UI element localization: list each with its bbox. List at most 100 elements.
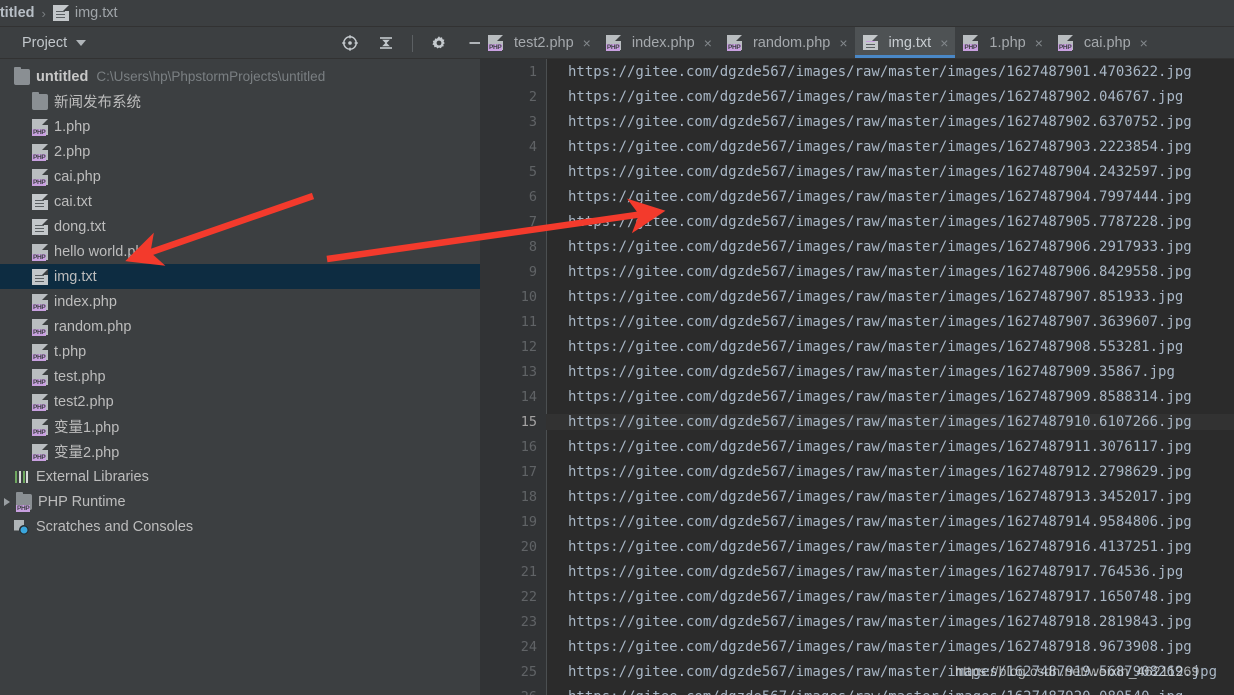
code-line[interactable]: 6 https://gitee.com/dgzde567/images/raw/m… bbox=[480, 184, 1234, 209]
php-file-icon bbox=[32, 443, 48, 461]
code-line[interactable]: 19 https://gitee.com/dgzde567/images/raw/… bbox=[480, 509, 1234, 534]
code-line[interactable]: 7 https://gitee.com/dgzde567/images/raw/m… bbox=[480, 209, 1234, 234]
code-line[interactable]: 17 https://gitee.com/dgzde567/images/raw/… bbox=[480, 459, 1234, 484]
code-line-text[interactable]: https://gitee.com/dgzde567/images/raw/ma… bbox=[546, 64, 1234, 80]
tab-test2-php[interactable]: test2.php × bbox=[480, 27, 598, 58]
tree-item-php-runtime[interactable]: PHP Runtime bbox=[0, 489, 480, 514]
code-line[interactable]: 5 https://gitee.com/dgzde567/images/raw/m… bbox=[480, 159, 1234, 184]
php-file-icon bbox=[32, 118, 48, 136]
editor-tab-bar[interactable]: test2.php×index.php×random.php×img.txt×1… bbox=[480, 27, 1234, 59]
code-line-text[interactable]: https://gitee.com/dgzde567/images/raw/ma… bbox=[546, 139, 1234, 155]
tab-close-icon[interactable]: × bbox=[583, 36, 591, 50]
code-line[interactable]: 8 https://gitee.com/dgzde567/images/raw/m… bbox=[480, 234, 1234, 259]
breadcrumb-root[interactable]: ntitled bbox=[0, 5, 35, 21]
code-line[interactable]: 11 https://gitee.com/dgzde567/images/raw/… bbox=[480, 309, 1234, 334]
php-file-icon bbox=[726, 35, 742, 51]
line-number: 5 bbox=[528, 163, 537, 180]
tab-close-icon[interactable]: × bbox=[704, 36, 712, 50]
tree-item-1.php[interactable]: 1.php bbox=[0, 114, 480, 139]
code-line-text[interactable]: https://gitee.com/dgzde567/images/raw/ma… bbox=[546, 189, 1234, 205]
tree-item-test2.php[interactable]: test2.php bbox=[0, 389, 480, 414]
tree-item-cai.php[interactable]: cai.php bbox=[0, 164, 480, 189]
settings-gear-icon[interactable] bbox=[429, 33, 449, 53]
code-line-text[interactable]: https://gitee.com/dgzde567/images/raw/ma… bbox=[546, 689, 1234, 695]
code-line[interactable]: 1 https://gitee.com/dgzde567/images/raw/m… bbox=[480, 59, 1234, 84]
tree-item-img.txt[interactable]: img.txt bbox=[0, 264, 480, 289]
tree-item-cai.txt[interactable]: cai.txt bbox=[0, 189, 480, 214]
code-editor[interactable]: 1 https://gitee.com/dgzde567/images/raw/m… bbox=[480, 59, 1234, 695]
tree-item-test.php[interactable]: test.php bbox=[0, 364, 480, 389]
code-line[interactable]: 10 https://gitee.com/dgzde567/images/raw/… bbox=[480, 284, 1234, 309]
code-line-text[interactable]: https://gitee.com/dgzde567/images/raw/ma… bbox=[546, 514, 1234, 530]
code-line[interactable]: 13 https://gitee.com/dgzde567/images/raw/… bbox=[480, 359, 1234, 384]
code-line-text[interactable]: https://gitee.com/dgzde567/images/raw/ma… bbox=[546, 589, 1234, 605]
code-line-text[interactable]: https://gitee.com/dgzde567/images/raw/ma… bbox=[546, 413, 1234, 430]
code-line-text[interactable]: https://gitee.com/dgzde567/images/raw/ma… bbox=[546, 464, 1234, 480]
tree-item--2.php[interactable]: 变量2.php bbox=[0, 439, 480, 464]
chevron-down-icon[interactable] bbox=[76, 39, 87, 46]
line-number: 7 bbox=[528, 213, 537, 230]
code-line[interactable]: 4 https://gitee.com/dgzde567/images/raw/m… bbox=[480, 134, 1234, 159]
code-line-text[interactable]: https://gitee.com/dgzde567/images/raw/ma… bbox=[546, 489, 1234, 505]
tab-cai-php[interactable]: cai.php × bbox=[1050, 27, 1155, 58]
tree-item-scratches-and-consoles[interactable]: Scratches and Consoles bbox=[0, 514, 480, 539]
tab-1-php[interactable]: 1.php × bbox=[955, 27, 1049, 58]
code-line-text[interactable]: https://gitee.com/dgzde567/images/raw/ma… bbox=[546, 114, 1234, 130]
code-line[interactable]: 20 https://gitee.com/dgzde567/images/raw/… bbox=[480, 534, 1234, 559]
collapse-all-icon[interactable] bbox=[376, 33, 396, 53]
tab-index-php[interactable]: index.php × bbox=[598, 27, 719, 58]
php-file-icon bbox=[963, 35, 979, 51]
code-line-text[interactable]: https://gitee.com/dgzde567/images/raw/ma… bbox=[546, 264, 1234, 280]
project-file-tree[interactable]: untitled C:\Users\hp\PhpstormProjects\unt… bbox=[0, 59, 480, 695]
tab-random-php[interactable]: random.php × bbox=[719, 27, 855, 58]
code-line-text[interactable]: https://gitee.com/dgzde567/images/raw/ma… bbox=[546, 214, 1234, 230]
code-line[interactable]: 23 https://gitee.com/dgzde567/images/raw/… bbox=[480, 609, 1234, 634]
tree-item-external-libraries[interactable]: External Libraries bbox=[0, 464, 480, 489]
code-line-text[interactable]: https://gitee.com/dgzde567/images/raw/ma… bbox=[546, 289, 1234, 305]
code-line[interactable]: 12 https://gitee.com/dgzde567/images/raw/… bbox=[480, 334, 1234, 359]
project-panel-title[interactable]: Project bbox=[22, 35, 67, 51]
code-line-text[interactable]: https://gitee.com/dgzde567/images/raw/ma… bbox=[546, 564, 1234, 580]
code-line[interactable]: 16 https://gitee.com/dgzde567/images/raw/… bbox=[480, 434, 1234, 459]
code-line-text[interactable]: https://gitee.com/dgzde567/images/raw/ma… bbox=[546, 239, 1234, 255]
code-line-text[interactable]: https://gitee.com/dgzde567/images/raw/ma… bbox=[546, 339, 1234, 355]
tree-item-t.php[interactable]: t.php bbox=[0, 339, 480, 364]
code-line[interactable]: 18 https://gitee.com/dgzde567/images/raw/… bbox=[480, 484, 1234, 509]
locate-target-icon[interactable] bbox=[340, 33, 360, 53]
tree-item-untitled[interactable]: untitled C:\Users\hp\PhpstormProjects\unt… bbox=[0, 64, 480, 89]
code-line-text[interactable]: https://gitee.com/dgzde567/images/raw/ma… bbox=[546, 314, 1234, 330]
tree-item--1.php[interactable]: 变量1.php bbox=[0, 414, 480, 439]
tree-item-dong.txt[interactable]: dong.txt bbox=[0, 214, 480, 239]
code-lines[interactable]: 1 https://gitee.com/dgzde567/images/raw/m… bbox=[480, 59, 1234, 695]
code-line[interactable]: 21 https://gitee.com/dgzde567/images/raw/… bbox=[480, 559, 1234, 584]
code-line[interactable]: 9 https://gitee.com/dgzde567/images/raw/m… bbox=[480, 259, 1234, 284]
code-line-text[interactable]: https://gitee.com/dgzde567/images/raw/ma… bbox=[546, 364, 1234, 380]
code-line-text[interactable]: https://gitee.com/dgzde567/images/raw/ma… bbox=[546, 539, 1234, 555]
expand-triangle-icon[interactable] bbox=[0, 495, 14, 509]
code-line[interactable]: 15 https://gitee.com/dgzde567/images/raw/… bbox=[480, 409, 1234, 434]
code-line[interactable]: 24 https://gitee.com/dgzde567/images/raw/… bbox=[480, 634, 1234, 659]
code-line-text[interactable]: https://gitee.com/dgzde567/images/raw/ma… bbox=[546, 89, 1234, 105]
code-line[interactable]: 22 https://gitee.com/dgzde567/images/raw/… bbox=[480, 584, 1234, 609]
code-line[interactable]: 2 https://gitee.com/dgzde567/images/raw/m… bbox=[480, 84, 1234, 109]
breadcrumb-file[interactable]: img.txt bbox=[75, 5, 118, 21]
code-line-text[interactable]: https://gitee.com/dgzde567/images/raw/ma… bbox=[546, 614, 1234, 630]
code-line[interactable]: 14 https://gitee.com/dgzde567/images/raw/… bbox=[480, 384, 1234, 409]
tab-close-icon[interactable]: × bbox=[1140, 36, 1148, 50]
tree-item-index.php[interactable]: index.php bbox=[0, 289, 480, 314]
code-line-text[interactable]: https://gitee.com/dgzde567/images/raw/ma… bbox=[546, 164, 1234, 180]
tab-img-txt[interactable]: img.txt × bbox=[854, 27, 956, 58]
code-line-text[interactable]: https://gitee.com/dgzde567/images/raw/ma… bbox=[546, 439, 1234, 455]
code-line-text[interactable]: https://gitee.com/dgzde567/images/raw/ma… bbox=[546, 639, 1234, 655]
tree-item-random.php[interactable]: random.php bbox=[0, 314, 480, 339]
tab-close-icon[interactable]: × bbox=[940, 36, 948, 50]
tab-close-icon[interactable]: × bbox=[1035, 36, 1043, 50]
tab-close-icon[interactable]: × bbox=[839, 36, 847, 50]
code-line[interactable]: 26https://gitee.com/dgzde567/images/raw/… bbox=[480, 684, 1234, 695]
code-line-text[interactable]: https://gitee.com/dgzde567/images/raw/ma… bbox=[546, 389, 1234, 405]
tree-item-2.php[interactable]: 2.php bbox=[0, 139, 480, 164]
code-line[interactable]: 3 https://gitee.com/dgzde567/images/raw/m… bbox=[480, 109, 1234, 134]
tree-item--[interactable]: 新闻发布系统 bbox=[0, 89, 480, 114]
tree-item-hello-world.php[interactable]: hello world.php bbox=[0, 239, 480, 264]
tab-label: cai.php bbox=[1083, 34, 1131, 51]
